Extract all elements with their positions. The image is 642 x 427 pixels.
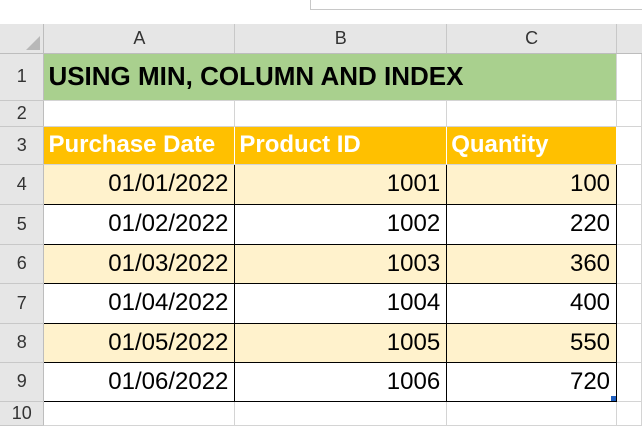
cell-a7[interactable]: 01/04/2022 [43, 283, 236, 324]
cell-d5[interactable] [616, 204, 642, 245]
row-header-10[interactable]: 10 [0, 401, 45, 426]
cell-c8[interactable]: 550 [446, 323, 618, 363]
spreadsheet-grid: A B C 1 USING MIN, COLUMN AND INDEX 2 3 … [0, 24, 642, 426]
cell-c5[interactable]: 220 [446, 204, 618, 245]
row-header-3[interactable]: 3 [0, 126, 45, 165]
cell-b10[interactable] [234, 401, 448, 426]
cell-a9[interactable]: 01/06/2022 [43, 362, 236, 402]
cell-c10[interactable] [446, 401, 618, 426]
cell-d1[interactable] [616, 53, 642, 101]
cell-b9[interactable]: 1006 [234, 362, 448, 402]
cell-d10[interactable] [616, 401, 642, 426]
select-all-triangle-icon [26, 35, 41, 50]
row-header-6[interactable]: 6 [0, 244, 45, 284]
cell-d9[interactable] [616, 362, 642, 402]
row-header-8[interactable]: 8 [0, 323, 45, 363]
cell-d7[interactable] [616, 283, 642, 324]
cell-b2[interactable] [234, 100, 448, 127]
header-quantity[interactable]: Quantity [446, 126, 618, 165]
cell-b6[interactable]: 1003 [234, 244, 448, 284]
row-header-4[interactable]: 4 [0, 164, 45, 205]
header-product-id[interactable]: Product ID [234, 126, 448, 165]
cell-d4[interactable] [616, 164, 642, 205]
cell-c4[interactable]: 100 [446, 164, 618, 205]
cell-c2[interactable] [446, 100, 618, 127]
formula-bar-input[interactable] [310, 0, 642, 10]
column-header-c[interactable]: C [446, 24, 618, 54]
cell-a10[interactable] [43, 401, 236, 426]
cell-d2[interactable] [616, 100, 642, 127]
formula-bar-area [0, 0, 642, 12]
cell-b7[interactable]: 1004 [234, 283, 448, 324]
row-header-2[interactable]: 2 [0, 100, 45, 127]
row-header-5[interactable]: 5 [0, 204, 45, 245]
header-purchase-date[interactable]: Purchase Date [43, 126, 236, 165]
row-header-9[interactable]: 9 [0, 362, 45, 402]
cell-a4[interactable]: 01/01/2022 [43, 164, 236, 205]
cell-c9[interactable]: 720 [446, 362, 618, 402]
cell-a2[interactable] [43, 100, 236, 127]
cell-b8[interactable]: 1005 [234, 323, 448, 363]
cell-b4[interactable]: 1001 [234, 164, 448, 205]
cell-a5[interactable]: 01/02/2022 [43, 204, 236, 245]
cell-d6[interactable] [616, 244, 642, 284]
column-header-d[interactable] [616, 24, 642, 54]
cell-a6[interactable]: 01/03/2022 [43, 244, 236, 284]
cell-b5[interactable]: 1002 [234, 204, 448, 245]
select-all-corner[interactable] [0, 24, 45, 54]
column-header-a[interactable]: A [43, 24, 236, 54]
cell-c9-value: 720 [569, 367, 611, 395]
title-cell[interactable]: USING MIN, COLUMN AND INDEX [43, 53, 618, 101]
cell-d8[interactable] [616, 323, 642, 363]
cell-c7[interactable]: 400 [446, 283, 618, 324]
cell-a8[interactable]: 01/05/2022 [43, 323, 236, 363]
column-header-b[interactable]: B [234, 24, 448, 54]
row-header-7[interactable]: 7 [0, 283, 45, 324]
fill-handle[interactable] [611, 395, 616, 400]
cell-c6[interactable]: 360 [446, 244, 618, 284]
cell-d3[interactable] [616, 126, 642, 165]
row-header-1[interactable]: 1 [0, 53, 45, 101]
